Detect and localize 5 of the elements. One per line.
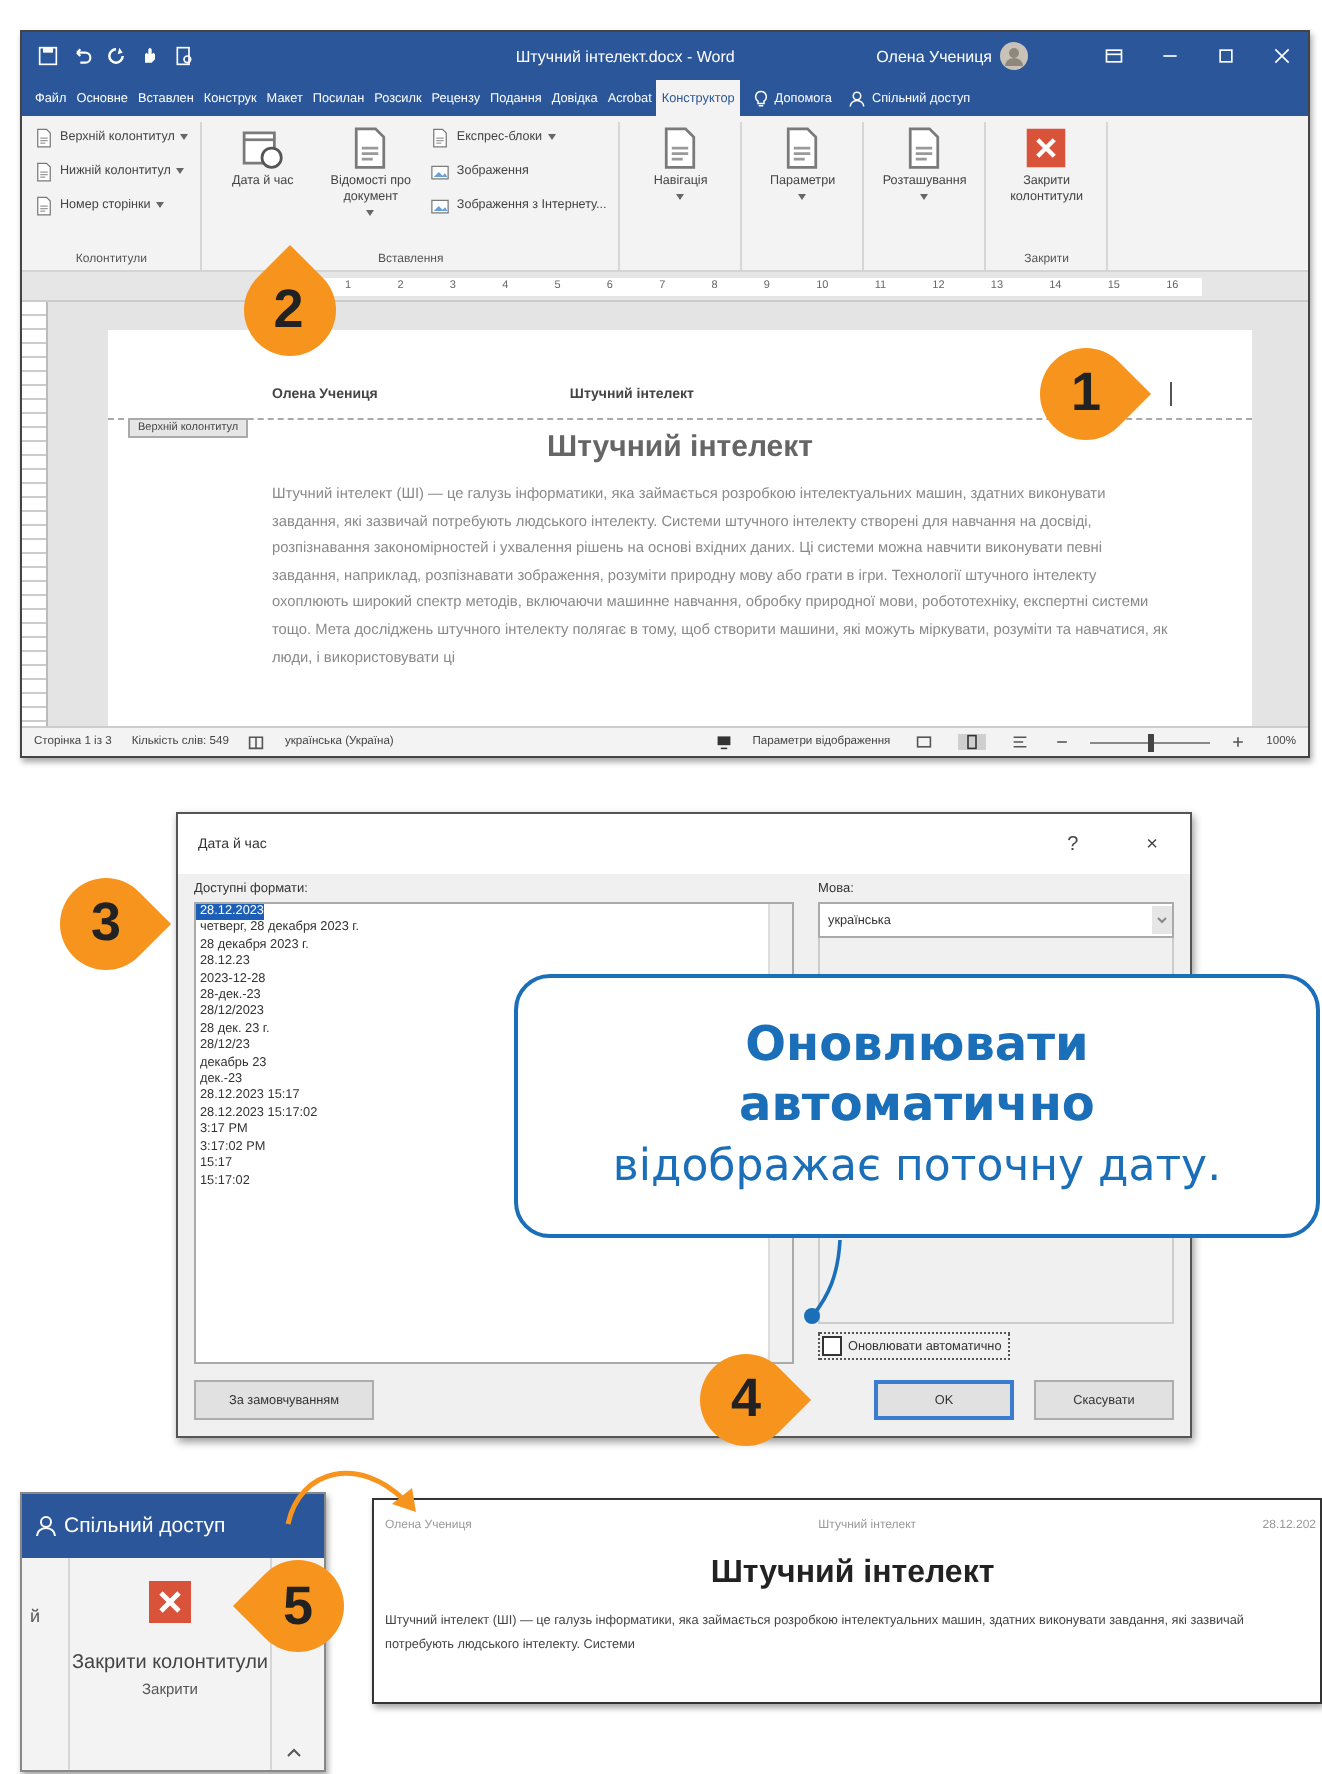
cut-label: й [22,1558,70,1770]
document-heading: Штучний інтелект [545,430,815,464]
callout-text: Оновлювати автоматично відображає поточну дату. [612,1014,1222,1196]
window-title: Штучний інтелект.docx - Word [513,47,737,65]
document-heading: Штучний інтелект [708,1556,997,1592]
